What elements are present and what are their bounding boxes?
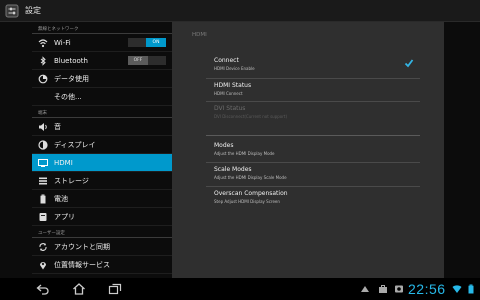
sidebar-item-label: ストレージ [54, 176, 89, 185]
sidebar-item-more[interactable]: その他... [32, 88, 172, 106]
sidebar-item-label: 電池 [54, 194, 68, 203]
sidebar-item-hdmi[interactable]: HDMI [32, 154, 172, 172]
recent-apps-icon[interactable] [108, 282, 122, 296]
app-title: 設定 [25, 6, 41, 15]
checkbox-checked-icon[interactable] [404, 58, 414, 68]
bluetooth-icon [40, 55, 46, 66]
sidebar-item-label: ディスプレイ [54, 140, 96, 149]
sidebar-item-label: HDMI [54, 158, 73, 167]
setting-title: Overscan Compensation [214, 190, 288, 197]
sidebar-item-data-usage[interactable]: データ使用 [32, 70, 172, 88]
sidebar-item-wifi[interactable]: Wi-Fi ON [32, 34, 172, 52]
setting-summary: Adjust the HDMI Display Mode [214, 151, 275, 156]
data-usage-icon [38, 74, 48, 83]
sidebar-item-bluetooth[interactable]: Bluetooth OFF [32, 52, 172, 70]
sidebar-item-sync[interactable]: アカウントと同期 [32, 238, 172, 256]
settings-content: 無線とネットワーク Wi-Fi ON Bluetooth OFF データ使用 そ… [0, 22, 480, 278]
hdmi-settings-pane: HDMI Connect HDMI Device Enable HDMI Sta… [172, 22, 444, 278]
setting-summary: HDMI Connect [214, 91, 243, 96]
setting-title: Connect [214, 57, 239, 64]
status-clock[interactable]: 22:56 [408, 281, 446, 297]
action-bar: 設定 [0, 0, 480, 22]
sidebar-item-label: アカウントと同期 [54, 242, 110, 251]
sidebar-item-label: データ使用 [54, 74, 89, 83]
section-header-device: 端末 [32, 106, 172, 118]
back-icon[interactable] [36, 282, 50, 296]
sidebar-item-storage[interactable]: ストレージ [32, 172, 172, 190]
toggle-label: ON [146, 38, 166, 47]
sidebar-item-label: その他... [54, 92, 82, 101]
notification-icon[interactable] [360, 284, 370, 294]
section-header-personal: ユーザー設定 [32, 226, 172, 238]
sidebar-item-label: Wi-Fi [54, 38, 71, 47]
sidebar-item-location[interactable]: 位置情報サービス [32, 256, 172, 274]
system-bar: 22:56 [0, 278, 480, 300]
setting-title: HDMI Status [214, 82, 252, 89]
sync-icon [39, 242, 47, 251]
sound-icon [39, 122, 47, 131]
toggle-label: OFF [128, 56, 148, 65]
bluetooth-toggle[interactable]: OFF [128, 56, 166, 65]
display-icon [38, 139, 48, 150]
settings-list: 無線とネットワーク Wi-Fi ON Bluetooth OFF データ使用 そ… [32, 22, 172, 278]
hdmi-status-setting[interactable]: HDMI Status HDMI Connect [214, 79, 422, 101]
screenshot-icon [395, 285, 403, 293]
hdmi-icon [38, 158, 48, 167]
dvi-status-setting: DVI Status DVI Disconnect(Current not su… [214, 102, 422, 124]
divider [206, 135, 420, 136]
setting-summary: Step Adjust HDMI Display Screen [214, 199, 280, 204]
sidebar-item-battery[interactable]: 電池 [32, 190, 172, 208]
setting-summary: HDMI Device Enable [214, 66, 255, 71]
setting-summary: DVI Disconnect(Current not support) [214, 114, 288, 119]
sidebar-item-display[interactable]: ディスプレイ [32, 136, 172, 154]
overscan-setting[interactable]: Overscan Compensation Step Adjust HDMI D… [214, 187, 422, 209]
sidebar-item-sound[interactable]: 音 [32, 118, 172, 136]
section-header-wireless: 無線とネットワーク [32, 22, 172, 34]
sidebar-item-apps[interactable]: アプリ [32, 208, 172, 226]
setting-title: Scale Modes [214, 166, 252, 173]
wifi-signal-icon [452, 285, 462, 293]
scale-modes-setting[interactable]: Scale Modes Adjust the HDMI Display Scal… [214, 163, 422, 185]
wifi-icon [38, 38, 48, 47]
pane-title: HDMI [192, 32, 207, 38]
battery-status-icon [468, 284, 474, 294]
bag-icon [379, 285, 387, 293]
setting-title: Modes [214, 142, 234, 149]
modes-setting[interactable]: Modes Adjust the HDMI Display Mode [214, 139, 422, 161]
apps-icon [39, 212, 47, 221]
storage-icon [39, 177, 47, 184]
setting-title: DVI Status [214, 105, 246, 112]
location-icon [40, 261, 46, 269]
settings-icon[interactable] [5, 4, 19, 18]
battery-icon [40, 194, 46, 203]
wifi-toggle[interactable]: ON [128, 38, 166, 47]
sidebar-item-label: アプリ [54, 212, 75, 221]
home-icon[interactable] [72, 282, 86, 296]
sidebar-item-label: 音 [54, 122, 61, 131]
sidebar-item-label: Bluetooth [54, 56, 88, 65]
setting-summary: Adjust the HDMI Display Scale Mode [214, 175, 287, 180]
sidebar-item-label: 位置情報サービス [54, 260, 110, 269]
connect-setting[interactable]: Connect HDMI Device Enable [214, 54, 422, 76]
